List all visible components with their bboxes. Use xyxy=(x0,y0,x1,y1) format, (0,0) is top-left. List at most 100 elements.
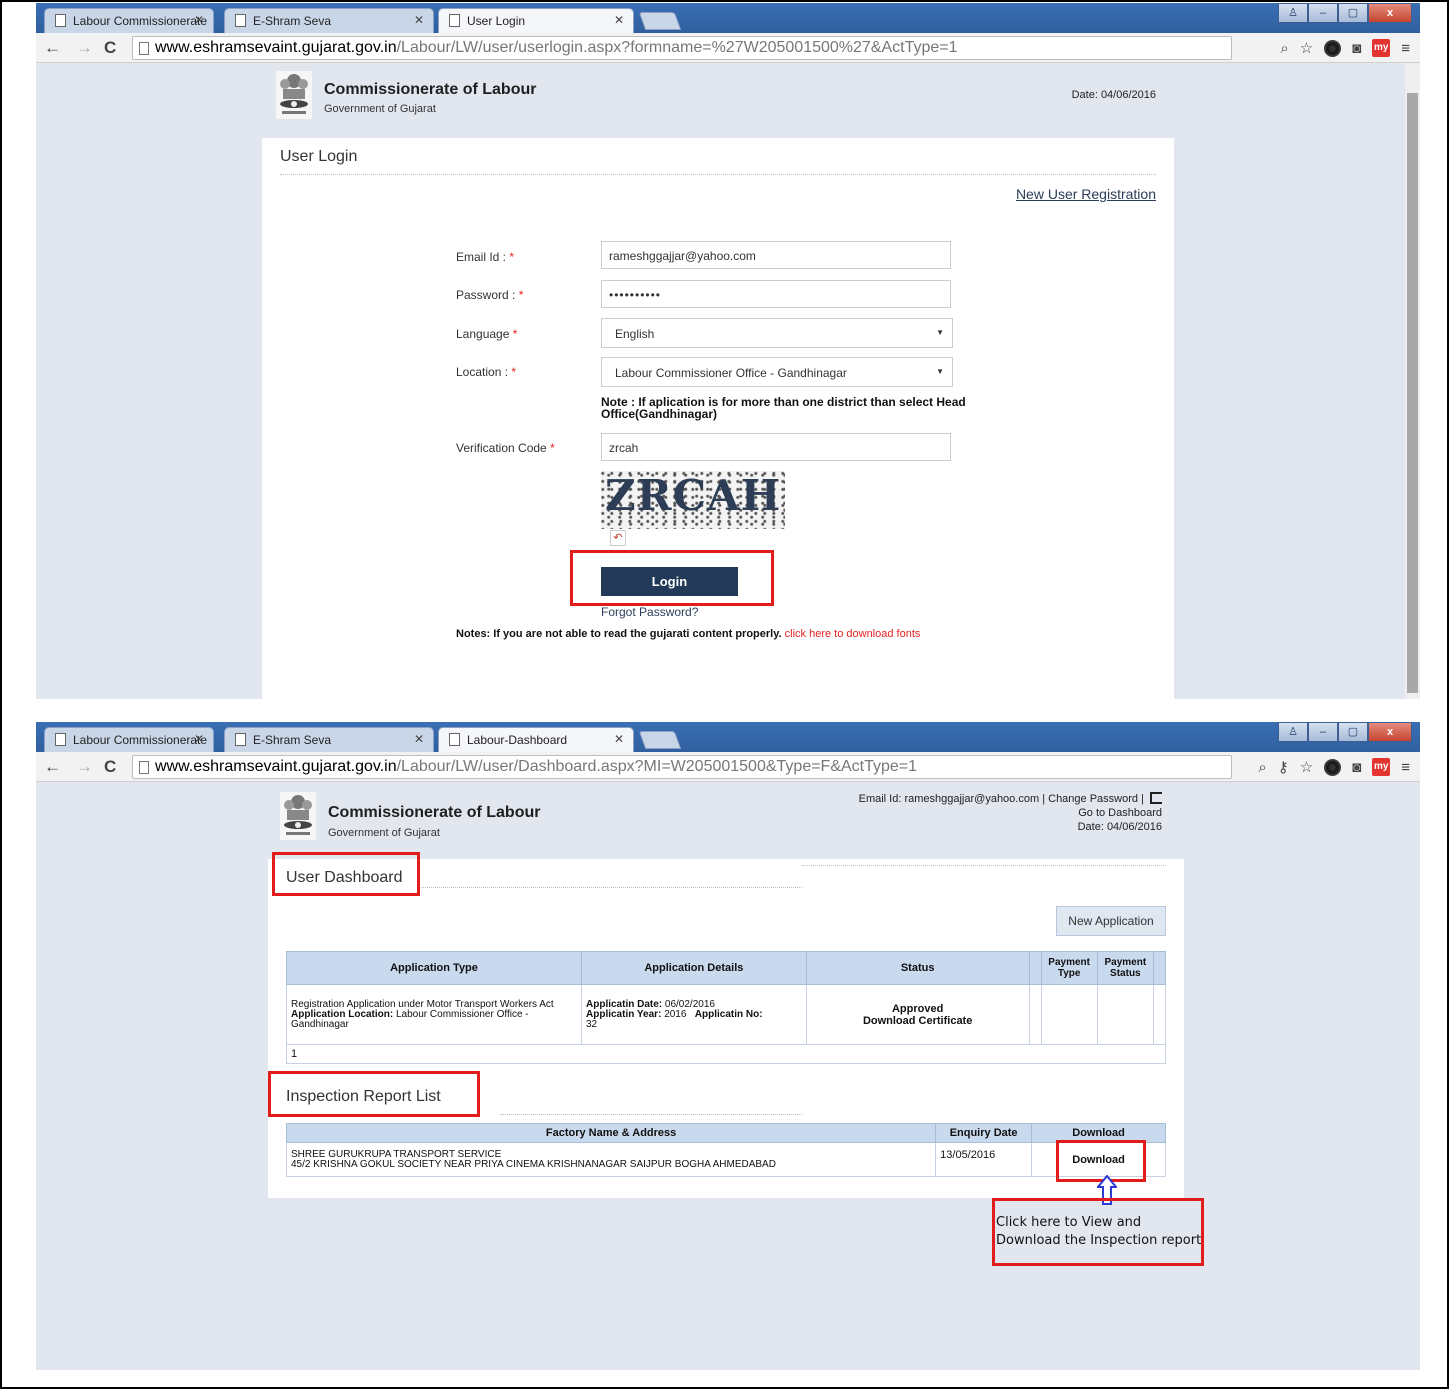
user-links: Email Id: rameshggajjar@yahoo.com | Chan… xyxy=(859,792,1162,805)
my-extension-icon[interactable]: my xyxy=(1372,758,1391,776)
column-header: Status xyxy=(805,951,1030,985)
tab-user-login[interactable]: User Login ✕ xyxy=(438,8,634,33)
application-type-cell: Registration Application under Motor Tra… xyxy=(286,984,582,1045)
page-title: User Login xyxy=(280,148,358,165)
camera-icon[interactable]: ◙ xyxy=(1352,759,1361,776)
menu-icon[interactable]: ≡ xyxy=(1401,40,1410,57)
dashboard-panel: User Dashboard New Application Applicati… xyxy=(268,859,1184,1198)
logout-icon[interactable] xyxy=(1150,792,1162,804)
email-field[interactable]: rameshggajjar@yahoo.com xyxy=(601,241,951,269)
site-header: Commissionerate of Labour Government of … xyxy=(280,792,1162,854)
scrollbar-thumb[interactable] xyxy=(1407,93,1418,693)
divider xyxy=(802,865,1166,866)
close-icon[interactable]: ✕ xyxy=(614,732,624,746)
user-icon[interactable]: ♙ xyxy=(1278,3,1308,23)
emblem-icon xyxy=(276,71,312,119)
tab-label: User Login xyxy=(467,14,526,28)
chevron-down-icon: ▼ xyxy=(936,367,944,376)
url-host: www.eshramsevaint.gujarat.gov.in xyxy=(155,758,397,775)
site-header: Commissionerate of Labour Government of … xyxy=(276,71,1156,131)
extension-icon[interactable] xyxy=(1324,39,1342,57)
reload-icon[interactable]: C xyxy=(104,38,116,58)
page-icon xyxy=(55,14,66,27)
year-value: 2016 xyxy=(664,1008,687,1020)
new-user-registration-link[interactable]: New User Registration xyxy=(1016,186,1156,202)
org-name: Commissionerate of Labour xyxy=(328,804,541,821)
location-select[interactable]: Labour Commissioner Office - Gandhinagar… xyxy=(601,357,953,387)
close-window-button[interactable]: x xyxy=(1368,3,1412,23)
highlight-inspection-title xyxy=(268,1071,480,1117)
change-password-link[interactable]: Change Password xyxy=(1048,793,1138,805)
refresh-icon[interactable]: ↶ xyxy=(610,530,626,546)
download-fonts-link[interactable]: click here to download fonts xyxy=(785,628,921,640)
window-controls: ♙ – ▢ x xyxy=(1278,3,1412,23)
column-header: Application Type xyxy=(286,951,582,985)
language-select[interactable]: English ▼ xyxy=(601,318,953,348)
language-value: English xyxy=(615,327,655,341)
zoom-icon[interactable]: ⌕ xyxy=(1280,40,1288,57)
minimize-button[interactable]: – xyxy=(1308,3,1338,23)
address-bar: ← → C www.eshramsevaint.gujarat.gov.in/L… xyxy=(36,33,1420,63)
scrollbar[interactable] xyxy=(1405,63,1420,699)
factory-address: 45/2 KRISHNA GOKUL SOCIETY NEAR PRIYA CI… xyxy=(291,1158,776,1170)
minimize-button[interactable]: – xyxy=(1308,722,1338,742)
new-application-button[interactable]: New Application xyxy=(1056,906,1166,936)
back-icon[interactable]: ← xyxy=(44,757,61,777)
camera-icon[interactable]: ◙ xyxy=(1352,40,1361,57)
tab-label: Labour Commissionerate xyxy=(73,14,208,28)
close-window-button[interactable]: x xyxy=(1368,722,1412,742)
password-field[interactable]: •••••••••• xyxy=(601,280,951,308)
star-icon[interactable]: ☆ xyxy=(1300,758,1313,776)
number-label: Applicatin No: xyxy=(694,1008,763,1020)
page-viewport: Commissionerate of Labour Government of … xyxy=(36,782,1420,1370)
tab-labour-commissionerate[interactable]: Labour Commissionerate ✕ xyxy=(44,8,214,33)
forward-icon[interactable]: → xyxy=(76,38,93,58)
page-icon xyxy=(449,733,460,746)
close-icon[interactable]: ✕ xyxy=(194,732,204,746)
browser-window-dashboard: Labour Commissionerate ✕ E-Shram Seva ✕ … xyxy=(36,722,1420,1370)
close-icon[interactable]: ✕ xyxy=(414,732,424,746)
tab-labour-commissionerate[interactable]: Labour Commissionerate ✕ xyxy=(44,727,214,752)
tab-strip: Labour Commissionerate ✕ E-Shram Seva ✕ … xyxy=(36,3,1420,33)
url-input[interactable]: www.eshramsevaint.gujarat.gov.in/Labour/… xyxy=(132,36,1232,60)
tab-eshram-seva[interactable]: E-Shram Seva ✕ xyxy=(224,727,434,752)
back-icon[interactable]: ← xyxy=(44,38,61,58)
highlight-dashboard-title xyxy=(272,852,420,896)
notes-line: Notes: If you are not able to read the g… xyxy=(456,628,920,640)
close-icon[interactable]: ✕ xyxy=(614,13,624,27)
toolbar-icons: ⌕ ☆ ◙ my ≡ xyxy=(1280,39,1410,57)
download-certificate-link[interactable]: Download Certificate xyxy=(863,1015,972,1027)
notes-text: Notes: If you are not able to read the g… xyxy=(456,628,782,640)
new-tab-button[interactable] xyxy=(638,731,682,749)
close-icon[interactable]: ✕ xyxy=(414,13,424,27)
verification-code-field[interactable]: zrcah xyxy=(601,433,951,461)
reload-icon[interactable]: C xyxy=(104,757,116,777)
key-icon[interactable]: ⚷ xyxy=(1278,758,1289,776)
close-icon[interactable]: ✕ xyxy=(194,13,204,27)
forgot-password-link[interactable]: Forgot Password? xyxy=(601,605,698,619)
language-label: Language * xyxy=(456,327,518,341)
pager[interactable]: 1 xyxy=(286,1044,1166,1064)
tab-labour-dashboard[interactable]: Labour-Dashboard ✕ xyxy=(438,727,634,752)
emblem-icon xyxy=(280,792,316,840)
go-to-dashboard-link[interactable]: Go to Dashboard xyxy=(1078,807,1162,819)
url-input[interactable]: www.eshramsevaint.gujarat.gov.in/Labour/… xyxy=(132,755,1232,779)
star-icon[interactable]: ☆ xyxy=(1300,39,1313,57)
forward-icon[interactable]: → xyxy=(76,757,93,777)
maximize-button[interactable]: ▢ xyxy=(1338,722,1368,742)
page-icon xyxy=(55,733,66,746)
my-extension-icon[interactable]: my xyxy=(1372,39,1391,57)
user-icon[interactable]: ♙ xyxy=(1278,722,1308,742)
window-controls: ♙ – ▢ x xyxy=(1278,722,1412,742)
menu-icon[interactable]: ≡ xyxy=(1401,759,1410,776)
divider xyxy=(280,174,1156,175)
status-cell: Approved Download Certificate xyxy=(805,984,1030,1045)
new-tab-button[interactable] xyxy=(638,12,682,30)
zoom-icon[interactable]: ⌕ xyxy=(1258,759,1266,776)
extension-icon[interactable] xyxy=(1324,758,1342,776)
toolbar-icons: ⌕ ⚷ ☆ ◙ my ≡ xyxy=(1258,758,1410,776)
email-label: Email Id : * xyxy=(456,250,515,264)
highlight-login-box xyxy=(570,550,774,606)
maximize-button[interactable]: ▢ xyxy=(1338,3,1368,23)
tab-eshram-seva[interactable]: E-Shram Seva ✕ xyxy=(224,8,434,33)
